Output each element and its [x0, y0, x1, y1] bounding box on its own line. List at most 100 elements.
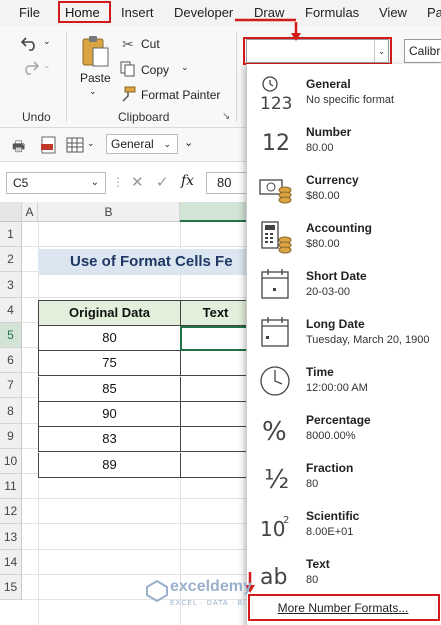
format-painter-button[interactable]: Format Painter — [141, 88, 220, 102]
text-ab-icon: ab — [258, 554, 294, 592]
format-item-accounting[interactable]: Accounting $80.00 — [250, 213, 436, 261]
row-header-6[interactable]: 6 — [0, 348, 22, 373]
format-sample: No specific format — [306, 94, 395, 106]
printer-icon[interactable]: 🖶 — [12, 136, 25, 160]
more-commands-icon[interactable]: ⌄ — [184, 136, 193, 149]
row-header-1[interactable]: 1 — [0, 222, 22, 247]
original-data-cell[interactable]: 90 — [38, 402, 181, 427]
text-cell[interactable] — [180, 427, 250, 452]
format-item-general[interactable]: 123 General No specific format — [250, 69, 436, 117]
format-sample: 80 — [306, 574, 319, 586]
cut-button[interactable]: Cut — [141, 37, 160, 51]
format-sample: 8.00E+01 — [306, 526, 354, 538]
format-item-time[interactable]: Time 12:00:00 AM — [250, 357, 436, 405]
row-header-12[interactable]: 12 — [0, 499, 22, 524]
gridline — [22, 246, 247, 247]
paste-icon[interactable] — [80, 34, 110, 68]
home-highlight-box — [58, 1, 111, 23]
row-header-3[interactable]: 3 — [0, 272, 22, 298]
text-cell[interactable] — [180, 453, 250, 478]
format-name: Percentage — [306, 413, 371, 427]
redo-icon[interactable] — [20, 58, 40, 76]
currency-icon — [258, 170, 294, 208]
copy-dropdown-icon[interactable]: ⌄ — [181, 62, 189, 73]
table-icon[interactable] — [66, 136, 84, 154]
name-box[interactable]: C5 ⌄ — [6, 172, 106, 194]
font-combo[interactable]: Calibr — [404, 39, 441, 63]
menu-insert[interactable]: Insert — [121, 5, 154, 20]
row-header-14[interactable]: 14 — [0, 550, 22, 575]
original-data-cell[interactable]: 75 — [38, 351, 181, 376]
menu-view[interactable]: View — [379, 5, 407, 20]
row-header-7[interactable]: 7 — [0, 373, 22, 398]
combo-highlight-box — [243, 37, 392, 65]
undo-icon[interactable] — [20, 34, 40, 52]
format-item-long-date[interactable]: Long Date Tuesday, March 20, 1900 — [250, 309, 436, 357]
pdf-icon[interactable] — [40, 136, 58, 154]
format-item-text[interactable]: ab Text 80 — [250, 549, 436, 597]
menu-formulas[interactable]: Formulas — [305, 5, 359, 20]
gridline — [22, 498, 247, 499]
paste-dropdown-icon[interactable]: ⌄ — [89, 86, 97, 97]
menu-page-layout[interactable]: Pa — [427, 5, 441, 20]
table-dropdown-icon[interactable]: ⌄ — [87, 138, 95, 149]
svg-text:10: 10 — [260, 517, 285, 541]
undo-dropdown-icon[interactable]: ⌄ — [43, 36, 51, 47]
format-sample: 8000.00% — [306, 430, 356, 442]
confirm-entry-icon[interactable]: ✓ — [156, 173, 169, 191]
number-format-select[interactable]: General ⌄ — [106, 134, 178, 154]
format-name: Fraction — [306, 461, 354, 475]
original-data-cell[interactable]: 83 — [38, 427, 181, 452]
svg-text:12: 12 — [262, 131, 290, 156]
options-icon: ⋮ — [112, 175, 124, 189]
format-sample: $80.00 — [306, 238, 340, 250]
row-header-4[interactable]: 4 — [0, 298, 22, 323]
row-header-10[interactable]: 10 — [0, 449, 22, 474]
row-header-9[interactable]: 9 — [0, 424, 22, 449]
text-cell[interactable] — [180, 326, 250, 351]
dialog-launcher-icon[interactable]: ↘ — [222, 111, 230, 122]
insert-function-button[interactable]: fx — [181, 173, 194, 189]
original-data-cell[interactable]: 85 — [38, 377, 181, 402]
row-header-2[interactable]: 2 — [0, 247, 22, 272]
column-header-b[interactable]: B — [38, 202, 180, 222]
format-sample: $80.00 — [306, 190, 340, 202]
header-original-data[interactable]: Original Data — [38, 300, 181, 326]
row-header-13[interactable]: 13 — [0, 524, 22, 550]
menu-developer[interactable]: Developer — [174, 5, 233, 20]
paste-button[interactable]: Paste — [80, 71, 111, 85]
menu-file[interactable]: File — [19, 5, 40, 20]
format-item-scientific[interactable]: 10 2 Scientific 8.00E+01 — [250, 501, 436, 549]
format-item-number[interactable]: 12 Number 80.00 — [250, 117, 436, 165]
svg-text:123: 123 — [260, 94, 292, 112]
format-painter-icon — [122, 86, 136, 102]
format-name: Time — [306, 365, 334, 379]
original-data-cell[interactable]: 89 — [38, 453, 181, 478]
format-item-percentage[interactable]: % Percentage 8000.00% — [250, 405, 436, 453]
chevron-down-icon: ⌄ — [90, 177, 99, 188]
column-header-c[interactable] — [180, 202, 250, 222]
row-header-8[interactable]: 8 — [0, 398, 22, 424]
text-cell[interactable] — [180, 402, 250, 427]
row-header-15[interactable]: 15 — [0, 575, 22, 600]
format-item-short-date[interactable]: Short Date 20-03-00 — [250, 261, 436, 309]
column-header-a[interactable]: A — [22, 202, 38, 222]
select-all-corner[interactable] — [0, 202, 22, 222]
format-item-currency[interactable]: Currency $80.00 — [250, 165, 436, 213]
clipboard-group-label: Clipboard — [118, 110, 170, 124]
original-data-cell[interactable]: 80 — [38, 326, 181, 351]
text-cell[interactable] — [180, 351, 250, 376]
text-cell[interactable] — [180, 377, 250, 402]
copy-button[interactable]: Copy — [141, 63, 169, 77]
format-name: Currency — [306, 173, 359, 187]
header-text[interactable]: Text — [180, 300, 250, 326]
redo-dropdown-icon[interactable]: ⌄ — [43, 60, 51, 71]
format-name: Short Date — [306, 269, 367, 283]
row-header-5[interactable]: 5 — [0, 323, 22, 348]
format-name: Long Date — [306, 317, 365, 331]
cancel-entry-icon[interactable]: ✕ — [131, 173, 144, 191]
format-item-fraction[interactable]: ½ Fraction 80 — [250, 453, 436, 501]
scissors-icon: ✂ — [122, 36, 134, 52]
format-sample: 80.00 — [306, 142, 334, 154]
row-header-11[interactable]: 11 — [0, 474, 22, 499]
